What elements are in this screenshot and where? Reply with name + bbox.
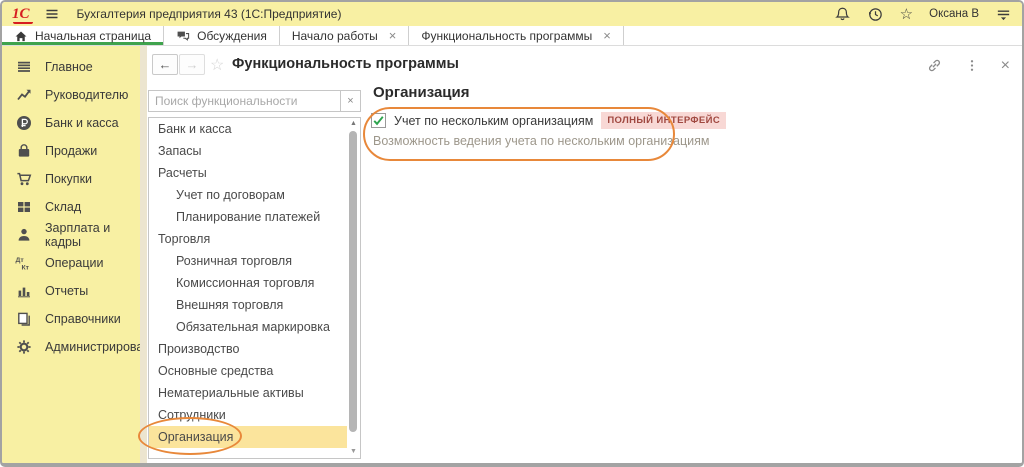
search-clear-icon[interactable]: × — [340, 91, 360, 111]
svg-text:Дт: Дт — [16, 257, 25, 264]
hamburger-icon[interactable] — [44, 6, 61, 23]
1c-logo: 1С — [12, 7, 30, 22]
fn-item-payment-planning[interactable]: Планирование платежей — [149, 206, 347, 228]
tab-functionality[interactable]: Функциональность программы × — [409, 26, 623, 45]
sidebar-item-label: Банк и касса — [45, 116, 119, 130]
sidebar-item-bank-cash[interactable]: Банк и касса — [2, 109, 140, 137]
sidebar-item-administration[interactable]: Администрирование — [2, 333, 140, 361]
bell-icon[interactable] — [834, 6, 851, 23]
sections-sidebar: Главное Руководителю Банк и касса Продажи По… — [2, 46, 140, 463]
close-icon[interactable]: × — [1001, 58, 1010, 74]
cart-icon — [15, 171, 32, 188]
sidebar-item-label: Главное — [45, 60, 93, 74]
title-bar: 1С Бухгалтерия предприятия 43 (1С:Предпр… — [2, 2, 1022, 26]
sidebar-item-label: Покупки — [45, 172, 92, 186]
sidebar-item-label: Отчеты — [45, 284, 88, 298]
fn-item-production[interactable]: Производство — [149, 338, 347, 360]
tab-bar: Начальная страница Обсуждения Начало работ… — [2, 26, 1022, 46]
fn-item-employees[interactable]: Сотрудники — [149, 404, 347, 426]
tab-label: Начальная страница — [35, 29, 151, 43]
app-window: 1С Бухгалтерия предприятия 43 (1С:Предпр… — [0, 0, 1024, 467]
trend-icon — [15, 87, 32, 104]
user-name[interactable]: Оксана В — [929, 8, 979, 20]
fn-item-foreign-trade[interactable]: Внешняя торговля — [149, 294, 347, 316]
fn-item-intangible-assets[interactable]: Нематериальные активы — [149, 382, 347, 404]
svg-text:Кт: Кт — [22, 265, 30, 272]
bag-icon — [15, 143, 32, 160]
functionality-form: ← → ☆ Функциональность программы × × — [147, 46, 1022, 463]
sidebar-item-salary-hr[interactable]: Зарплата и кадры — [2, 221, 140, 249]
person-icon — [15, 227, 32, 244]
more-icon[interactable] — [965, 58, 979, 73]
back-button[interactable]: ← — [152, 54, 178, 75]
multi-org-checkbox-label[interactable]: Учет по нескольким организациям — [394, 114, 593, 128]
sidebar-item-sales[interactable]: Продажи — [2, 137, 140, 165]
scrollbar-thumb[interactable] — [349, 131, 357, 432]
sidebar-item-label: Зарплата и кадры — [45, 221, 140, 249]
fn-item-trade[interactable]: Торговля — [149, 228, 347, 250]
fn-item-retail-trade[interactable]: Розничная торговля — [149, 250, 347, 272]
section-heading: Организация — [373, 84, 470, 101]
page-title: Функциональность программы — [232, 56, 459, 72]
scroll-up-icon[interactable]: ▲ — [347, 120, 360, 127]
fn-item-contract-accounting[interactable]: Учет по договорам — [149, 184, 347, 206]
multi-org-description: Возможность ведения учета по нескольким … — [373, 134, 709, 148]
tab-label: Начало работы — [292, 29, 378, 43]
search-input[interactable] — [149, 91, 340, 111]
multi-org-checkbox[interactable] — [371, 113, 386, 128]
service-menu-icon[interactable] — [995, 6, 1012, 23]
fn-item-mandatory-marking[interactable]: Обязательная маркировка — [149, 316, 347, 338]
scroll-down-icon[interactable]: ▼ — [347, 448, 360, 455]
menu-icon — [15, 59, 32, 76]
full-interface-badge: ПОЛНЫЙ ИНТЕРФЕЙС — [601, 112, 726, 129]
forward-button: → — [179, 54, 205, 75]
dtkt-icon: ДтКт — [15, 255, 32, 272]
fn-item-bank-cash[interactable]: Банк и касса — [149, 118, 347, 140]
bar-chart-icon — [15, 283, 32, 300]
checkmark-icon — [372, 114, 385, 127]
tab-close-icon[interactable]: × — [603, 29, 611, 42]
tab-getting-started[interactable]: Начало работы × — [280, 26, 410, 45]
fn-item-fixed-assets[interactable]: Основные средства — [149, 360, 347, 382]
favorite-star-icon[interactable]: ☆ — [210, 55, 224, 75]
window-title: Бухгалтерия предприятия 43 (1С:Предприят… — [77, 7, 342, 21]
books-icon — [15, 311, 32, 328]
home-icon — [14, 29, 28, 43]
sidebar-item-purchases[interactable]: Покупки — [2, 165, 140, 193]
ruble-circle-icon — [15, 115, 32, 132]
fn-item-commission-trade[interactable]: Комиссионная торговля — [149, 272, 347, 294]
sidebar-item-label: Руководителю — [45, 88, 128, 102]
favorites-star-icon[interactable]: ☆ — [900, 7, 913, 22]
tab-close-icon[interactable]: × — [389, 29, 397, 42]
search-box: × — [148, 90, 361, 112]
sidebar-splitter[interactable] — [140, 46, 147, 463]
sidebar-item-label: Склад — [45, 200, 81, 214]
history-icon[interactable] — [867, 6, 884, 23]
sidebar-item-operations[interactable]: ДтКт Операции — [2, 249, 140, 277]
link-icon[interactable] — [926, 57, 943, 74]
functionality-list: Банк и кассаЗапасыРасчетыУчет по договор… — [148, 117, 361, 459]
list-scrollbar[interactable]: ▲ ▼ — [347, 118, 360, 458]
tab-label: Обсуждения — [197, 29, 267, 43]
tab-home[interactable]: Начальная страница — [2, 26, 164, 45]
sidebar-item-label: Операции — [45, 256, 103, 270]
tab-discussions[interactable]: Обсуждения — [164, 26, 280, 45]
fn-item-organization[interactable]: Организация — [149, 426, 347, 448]
sidebar-item-directories[interactable]: Справочники — [2, 305, 140, 333]
fn-item-settlements[interactable]: Расчеты — [149, 162, 347, 184]
tab-label: Функциональность программы — [421, 29, 592, 43]
sidebar-item-label: Справочники — [45, 312, 121, 326]
chat-icon — [176, 29, 190, 43]
sidebar-item-main[interactable]: Главное — [2, 53, 140, 81]
sidebar-item-label: Продажи — [45, 144, 97, 158]
grid-icon — [15, 199, 32, 216]
sidebar-item-manager[interactable]: Руководителю — [2, 81, 140, 109]
gear-icon — [15, 339, 32, 356]
fn-item-stocks[interactable]: Запасы — [149, 140, 347, 162]
sidebar-item-warehouse[interactable]: Склад — [2, 193, 140, 221]
sidebar-item-reports[interactable]: Отчеты — [2, 277, 140, 305]
